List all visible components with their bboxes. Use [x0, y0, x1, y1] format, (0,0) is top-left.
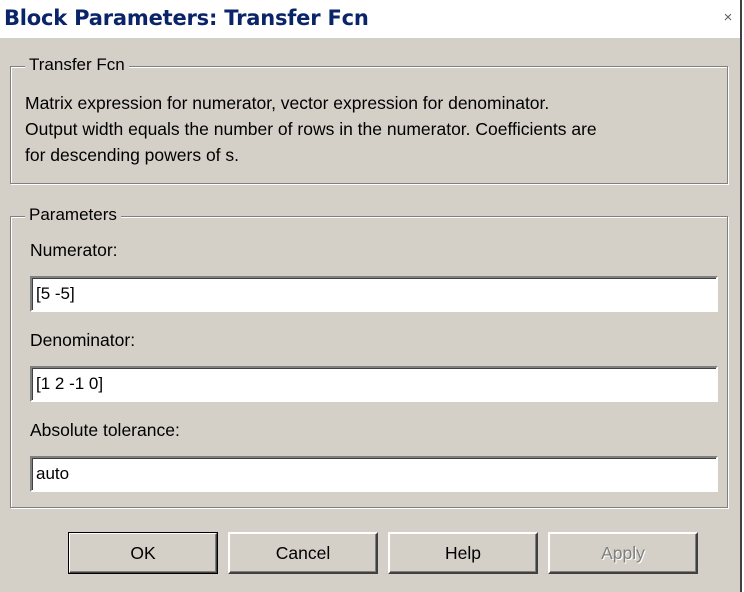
- block-parameters-dialog: Block Parameters: Transfer Fcn × Transfe…: [0, 0, 742, 592]
- help-button[interactable]: Help: [388, 532, 538, 574]
- transfer-fcn-description-group: Transfer Fcn Matrix expression for numer…: [10, 55, 728, 184]
- description-line: Matrix expression for numerator, vector …: [25, 93, 550, 113]
- block-description: Matrix expression for numerator, vector …: [25, 90, 725, 168]
- dialog-title: Block Parameters: Transfer Fcn: [4, 6, 369, 30]
- title-bar[interactable]: Block Parameters: Transfer Fcn ×: [0, 0, 740, 38]
- absolute-tolerance-field[interactable]: auto: [30, 456, 718, 492]
- numerator-label: Numerator:: [30, 240, 118, 260]
- ok-button[interactable]: OK: [68, 532, 218, 574]
- description-group-legend: Transfer Fcn: [25, 55, 129, 75]
- denominator-field[interactable]: [1 2 -1 0]: [30, 366, 718, 402]
- description-line: for descending powers of s.: [25, 145, 240, 165]
- cancel-button[interactable]: Cancel: [228, 532, 378, 574]
- numerator-field[interactable]: [5 -5]: [30, 276, 718, 312]
- parameters-group-legend: Parameters: [25, 205, 121, 225]
- close-icon[interactable]: ×: [722, 10, 734, 26]
- denominator-label: Denominator:: [30, 330, 136, 350]
- description-line: Output width equals the number of rows i…: [25, 119, 597, 139]
- absolute-tolerance-label: Absolute tolerance:: [30, 420, 180, 440]
- apply-button[interactable]: Apply: [548, 532, 698, 574]
